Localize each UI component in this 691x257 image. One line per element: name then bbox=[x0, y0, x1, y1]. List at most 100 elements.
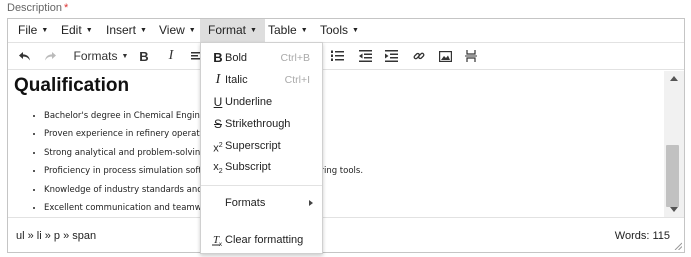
resize-handle-icon[interactable] bbox=[674, 242, 682, 250]
italic-shortcut: Ctrl+I bbox=[284, 74, 310, 86]
format-menu-dropdown: B Bold Ctrl+B I Italic Ctrl+I U Underlin… bbox=[200, 42, 323, 254]
subscript-icon: x2 bbox=[213, 161, 223, 176]
menu-table[interactable]: Table ▼ bbox=[260, 19, 316, 42]
italic-button[interactable]: I bbox=[163, 47, 179, 65]
format-menu-subscript[interactable]: x2 Subscript bbox=[201, 157, 322, 177]
redo-button[interactable] bbox=[42, 47, 58, 65]
numbered-list-icon bbox=[330, 50, 344, 61]
strikethrough-icon: S bbox=[213, 117, 222, 131]
scrollbar-thumb[interactable] bbox=[666, 145, 679, 207]
image-icon bbox=[438, 50, 452, 62]
editor-content-area[interactable]: Qualification Bachelor's degree in Chemi… bbox=[8, 71, 664, 217]
italic-icon: I bbox=[215, 72, 221, 87]
bold-button[interactable]: B bbox=[136, 47, 152, 65]
formats-dropdown-label: Formats bbox=[73, 49, 118, 63]
menu-edit[interactable]: Edit ▼ bbox=[53, 19, 101, 42]
list-item-text: Proven experience in refinery operatio bbox=[44, 129, 208, 140]
menu-insert-label: Insert bbox=[106, 23, 137, 37]
svg-text:x: x bbox=[219, 242, 222, 246]
format-menu-clear-formatting[interactable]: Tx Clear formatting bbox=[201, 230, 322, 250]
redo-icon bbox=[44, 51, 56, 60]
menu-file-label: File bbox=[18, 23, 38, 37]
format-menu-clear-formatting-label: Clear formatting bbox=[225, 234, 304, 246]
list-item: Proven experience in refinery operatio bbox=[44, 125, 208, 143]
menu-file[interactable]: File ▼ bbox=[10, 19, 56, 42]
caret-down-icon: ▼ bbox=[41, 27, 49, 34]
list-item-text: Proficiency in process simulation softw bbox=[44, 166, 209, 177]
caret-down-icon: ▼ bbox=[300, 27, 308, 34]
menu-view[interactable]: View ▼ bbox=[151, 19, 204, 42]
menu-format[interactable]: Format ▼ bbox=[200, 19, 265, 42]
format-menu-bold-label: Bold bbox=[225, 52, 248, 64]
format-menu-underline-label: Underline bbox=[225, 96, 273, 108]
menu-edit-label: Edit bbox=[61, 23, 82, 37]
list-item: Knowledge of industry standards and bbox=[44, 181, 208, 199]
editor-statusbar: ul » li » p » span Words: 115 bbox=[8, 217, 684, 252]
numbered-list-button[interactable] bbox=[330, 47, 344, 65]
content-heading: Qualification bbox=[14, 75, 130, 96]
format-menu-underline[interactable]: U Underline bbox=[201, 92, 322, 112]
scroll-down-arrow-icon[interactable] bbox=[670, 207, 678, 212]
caret-down-icon: ▼ bbox=[85, 27, 93, 34]
bold-icon: B bbox=[213, 50, 223, 65]
indent-button[interactable] bbox=[384, 47, 398, 65]
list-item-text: Excellent communication and teamwo bbox=[44, 202, 207, 213]
caret-down-icon: ▼ bbox=[352, 27, 359, 34]
scroll-up-arrow-icon[interactable] bbox=[670, 76, 678, 81]
list-item: Excellent communication and teamwo bbox=[44, 199, 208, 217]
outdent-icon bbox=[358, 50, 372, 62]
editor-menubar: File ▼ Edit ▼ Insert ▼ View ▼ Format ▼ Table ▼… bbox=[8, 19, 684, 43]
format-menu-bold[interactable]: B Bold Ctrl+B bbox=[201, 48, 322, 68]
menu-table-label: Table bbox=[268, 23, 297, 37]
format-menu-formats-label: Formats bbox=[225, 197, 266, 209]
format-menu-superscript-label: Superscript bbox=[225, 140, 281, 152]
bold-shortcut: Ctrl+B bbox=[280, 52, 310, 64]
undo-button[interactable] bbox=[16, 47, 32, 65]
clear-formatting-icon: Tx bbox=[211, 230, 225, 253]
required-mark: * bbox=[64, 2, 69, 14]
caret-down-icon: ▼ bbox=[140, 27, 147, 34]
format-menu-strikethrough-label: Strikethrough bbox=[225, 118, 291, 130]
format-menu-formats[interactable]: Formats bbox=[201, 193, 322, 213]
bold-icon: B bbox=[139, 48, 149, 64]
formats-dropdown[interactable]: Formats ▼ bbox=[72, 47, 130, 65]
qualification-list: Bachelor's degree in Chemical Engine Pro… bbox=[14, 107, 363, 217]
format-menu-subscript-label: Subscript bbox=[225, 161, 271, 173]
rich-text-editor: File ▼ Edit ▼ Insert ▼ View ▼ Format ▼ Table ▼… bbox=[7, 18, 685, 253]
list-item-text: Bachelor's degree in Chemical Engine bbox=[44, 111, 206, 121]
description-label: Description * bbox=[7, 2, 68, 14]
submenu-arrow-icon bbox=[309, 200, 313, 206]
insert-image-button[interactable] bbox=[438, 47, 452, 65]
italic-icon: I bbox=[168, 48, 174, 63]
format-menu-superscript[interactable]: x2 Superscript bbox=[201, 136, 322, 156]
underline-icon: U bbox=[213, 95, 223, 109]
caret-down-icon: ▼ bbox=[188, 27, 196, 34]
link-icon bbox=[413, 52, 425, 60]
menu-divider bbox=[201, 185, 322, 186]
menu-tools[interactable]: Tools ▼ bbox=[312, 19, 367, 42]
caret-down-icon: ▼ bbox=[121, 52, 129, 60]
list-item-text: Strong analytical and problem-solving bbox=[44, 147, 206, 158]
undo-icon bbox=[18, 51, 30, 60]
insert-link-button[interactable] bbox=[412, 47, 426, 65]
menu-view-label: View bbox=[159, 23, 185, 37]
list-item: Bachelor's degree in Chemical Engine bbox=[44, 107, 208, 125]
menu-insert[interactable]: Insert ▼ bbox=[98, 19, 155, 42]
page-break-icon bbox=[465, 50, 477, 62]
format-menu-italic-label: Italic bbox=[225, 74, 248, 86]
page-break-button[interactable] bbox=[464, 47, 478, 65]
caret-down-icon: ▼ bbox=[250, 27, 257, 34]
menu-format-label: Format bbox=[208, 23, 247, 37]
list-item: Strong analytical and problem-solving bbox=[44, 144, 208, 162]
menu-tools-label: Tools bbox=[320, 23, 349, 37]
superscript-icon: x2 bbox=[213, 142, 223, 155]
element-path[interactable]: ul » li » p » span bbox=[16, 230, 96, 242]
description-label-text: Description bbox=[7, 2, 63, 14]
content-scrollbar[interactable] bbox=[664, 71, 684, 217]
list-item-text: Knowledge of industry standards and bbox=[44, 184, 203, 195]
format-menu-strikethrough[interactable]: S Strikethrough bbox=[201, 114, 322, 134]
editor-toolbar: Formats ▼ B I bbox=[8, 43, 684, 70]
list-item: Proficiency in process simulation softwe… bbox=[44, 162, 363, 180]
outdent-button[interactable] bbox=[358, 47, 372, 65]
format-menu-italic[interactable]: I Italic Ctrl+I bbox=[201, 70, 322, 90]
